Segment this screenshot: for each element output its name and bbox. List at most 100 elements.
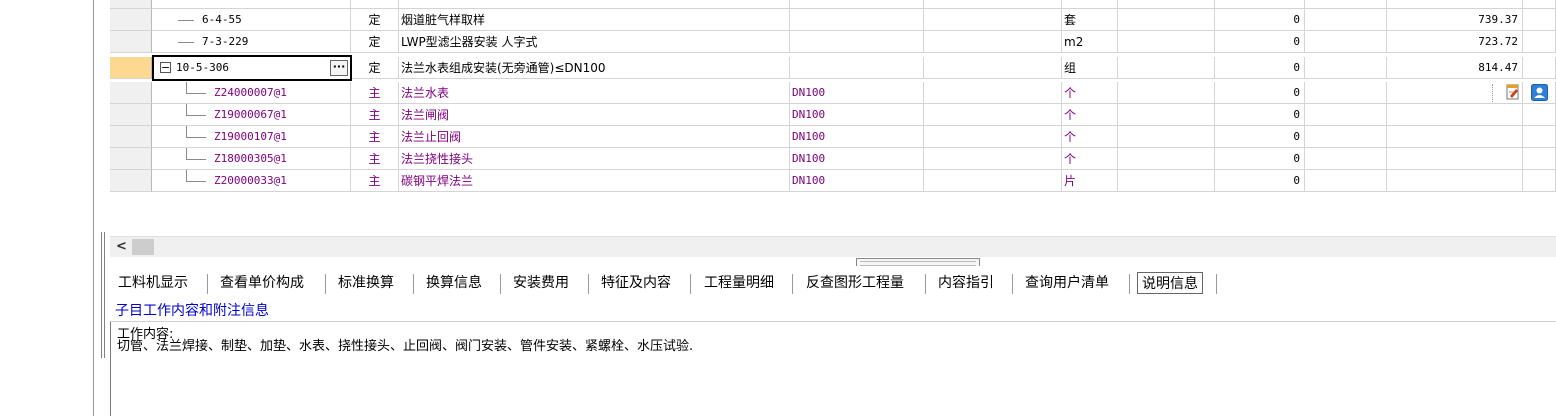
code-text: 10-5-306 xyxy=(176,61,229,74)
type-cell[interactable]: 定 xyxy=(351,31,399,53)
tab-features-content[interactable]: 特征及内容 xyxy=(601,272,671,294)
code-cell[interactable]: Z20000033@1 xyxy=(152,170,351,192)
tab-query-user-list[interactable]: 查询用户清单 xyxy=(1025,272,1109,294)
horizontal-scrollbar[interactable]: < xyxy=(110,236,1556,257)
tab-standard-conversion[interactable]: 标准换算 xyxy=(338,272,394,294)
name-cell[interactable]: 碳钢平焊法兰 xyxy=(399,170,790,192)
row-indicator[interactable] xyxy=(110,104,152,126)
table-row[interactable]: Z20000033@1 主 碳钢平焊法兰 DN100 片 0 xyxy=(110,170,1556,192)
code-text: 6-4-55 xyxy=(202,13,242,26)
unit-cell[interactable]: m2 xyxy=(1062,31,1118,53)
type-cell[interactable]: 主 xyxy=(351,148,399,170)
row-indicator[interactable] xyxy=(110,148,152,170)
qty-cell[interactable]: 0 xyxy=(1215,57,1305,79)
panel-subtitle: 子目工作内容和附注信息 xyxy=(110,300,1556,322)
row-indicator[interactable] xyxy=(110,9,152,31)
unit-cell[interactable]: 组 xyxy=(1062,57,1118,79)
table-row[interactable]: 7-3-229 定 LWP型滤尘器安装 人字式 m2 0 723.72 xyxy=(110,31,1556,53)
price-cell[interactable]: 723.72 xyxy=(1387,31,1523,53)
type-cell[interactable]: 主 xyxy=(351,170,399,192)
table-row[interactable]: Z24000007@1 主 法兰水表 DN100 个 0 xyxy=(110,82,1556,104)
name-cell[interactable]: 法兰挠性接头 xyxy=(399,148,790,170)
tab-description-info[interactable]: 说明信息 xyxy=(1137,272,1203,294)
tab-installation-fees[interactable]: 安装费用 xyxy=(513,272,569,294)
qty-cell[interactable]: 0 xyxy=(1215,170,1305,192)
price-cell[interactable]: 739.37 xyxy=(1387,9,1523,31)
description-body: 切管、法兰焊接、制垫、加垫、水表、挠性接头、止回阀、阀门安装、管件安装、紧螺栓、… xyxy=(117,339,694,354)
tab-quantity-details[interactable]: 工程量明细 xyxy=(704,272,774,294)
spec-cell[interactable]: DN100 xyxy=(790,148,924,170)
tab-conversion-info[interactable]: 换算信息 xyxy=(426,272,482,294)
unit-cell[interactable]: 个 xyxy=(1062,82,1118,104)
quota-grid: 6-4-55 定 烟道脏气样取样 套 0 739.37 7-3-229 定 LW… xyxy=(110,0,1556,236)
tab-reverse-graphic-quantity[interactable]: 反查图形工程量 xyxy=(806,272,904,294)
qty-cell[interactable]: 0 xyxy=(1215,31,1305,53)
type-cell[interactable]: 主 xyxy=(351,126,399,148)
name-cell[interactable]: 法兰水表 xyxy=(399,82,790,104)
unit-cell[interactable]: 片 xyxy=(1062,170,1118,192)
code-text: Z19000107@1 xyxy=(214,130,287,143)
qty-cell[interactable]: 0 xyxy=(1215,104,1305,126)
type-cell[interactable]: 定 xyxy=(351,9,399,31)
tab-content-guide[interactable]: 内容指引 xyxy=(938,272,994,294)
code-text: Z18000305@1 xyxy=(214,152,287,165)
table-row[interactable]: Z19000107@1 主 法兰止回阀 DN100 个 0 xyxy=(110,126,1556,148)
code-cell[interactable]: Z19000107@1 xyxy=(152,126,351,148)
table-row-partial[interactable] xyxy=(110,0,1556,9)
code-text: Z24000007@1 xyxy=(214,86,287,99)
name-cell[interactable]: 烟道脏气样取样 xyxy=(399,9,790,31)
qty-cell[interactable]: 0 xyxy=(1215,148,1305,170)
row-indicator[interactable] xyxy=(110,82,152,104)
row-indicator[interactable] xyxy=(110,57,152,79)
row-indicator[interactable] xyxy=(110,170,152,192)
table-row[interactable]: 6-4-55 定 烟道脏气样取样 套 0 739.37 xyxy=(110,9,1556,31)
document-edit-icon[interactable] xyxy=(1505,84,1521,101)
spec-cell[interactable]: DN100 xyxy=(790,82,924,104)
spec-cell[interactable] xyxy=(790,57,924,79)
code-cell[interactable]: Z18000305@1 xyxy=(152,148,351,170)
code-cell[interactable]: Z24000007@1 xyxy=(152,82,351,104)
spec-cell[interactable]: DN100 xyxy=(790,126,924,148)
price-cell[interactable]: 814.47 xyxy=(1387,57,1523,79)
code-cell[interactable]: 7-3-229 xyxy=(152,31,351,53)
user-contact-icon[interactable] xyxy=(1531,84,1548,101)
name-cell[interactable]: 法兰闸阀 xyxy=(399,104,790,126)
spec-cell[interactable] xyxy=(790,31,924,53)
tab-material-display[interactable]: 工料机显示 xyxy=(118,272,188,294)
qty-cell[interactable]: 0 xyxy=(1215,126,1305,148)
spec-cell[interactable]: DN100 xyxy=(790,170,924,192)
tab-unit-price-composition[interactable]: 查看单价构成 xyxy=(220,272,304,294)
name-cell[interactable]: 法兰止回阀 xyxy=(399,126,790,148)
collapse-toggle[interactable]: − xyxy=(160,62,171,73)
scroll-thumb[interactable] xyxy=(132,239,154,255)
price-cell[interactable] xyxy=(1387,148,1523,170)
unit-cell[interactable]: 套 xyxy=(1062,9,1118,31)
code-edit-cell[interactable]: − 10-5-306 ··· xyxy=(152,55,352,81)
code-cell[interactable]: 6-4-55 xyxy=(152,9,351,31)
name-cell[interactable]: LWP型滤尘器安装 人字式 xyxy=(399,31,790,53)
browse-button[interactable]: ··· xyxy=(330,60,348,76)
splitter-handle[interactable] xyxy=(101,232,105,358)
scroll-left-icon[interactable]: < xyxy=(116,239,127,254)
price-cell[interactable] xyxy=(1387,126,1523,148)
price-cell[interactable] xyxy=(1387,170,1523,192)
unit-cell[interactable]: 个 xyxy=(1062,126,1118,148)
table-row[interactable]: Z18000305@1 主 法兰挠性接头 DN100 个 0 xyxy=(110,148,1556,170)
row-indicator[interactable] xyxy=(110,31,152,53)
type-cell[interactable]: 定 xyxy=(351,57,399,79)
type-cell[interactable]: 主 xyxy=(351,104,399,126)
unit-cell[interactable]: 个 xyxy=(1062,148,1118,170)
spec-cell[interactable]: DN100 xyxy=(790,104,924,126)
row-indicator[interactable] xyxy=(110,126,152,148)
code-cell[interactable]: Z19000067@1 xyxy=(152,104,351,126)
spec-cell[interactable] xyxy=(790,9,924,31)
name-cell[interactable]: 法兰水表组成安装(无旁通管)≤DN100 xyxy=(399,57,790,79)
price-cell[interactable] xyxy=(1387,104,1523,126)
code-text: Z19000067@1 xyxy=(214,108,287,121)
qty-cell[interactable]: 0 xyxy=(1215,9,1305,31)
qty-cell[interactable]: 0 xyxy=(1215,82,1305,104)
type-cell[interactable]: 主 xyxy=(351,82,399,104)
code-text: 7-3-229 xyxy=(202,35,249,48)
table-row[interactable]: Z19000067@1 主 法兰闸阀 DN100 个 0 xyxy=(110,104,1556,126)
unit-cell[interactable]: 个 xyxy=(1062,104,1118,126)
